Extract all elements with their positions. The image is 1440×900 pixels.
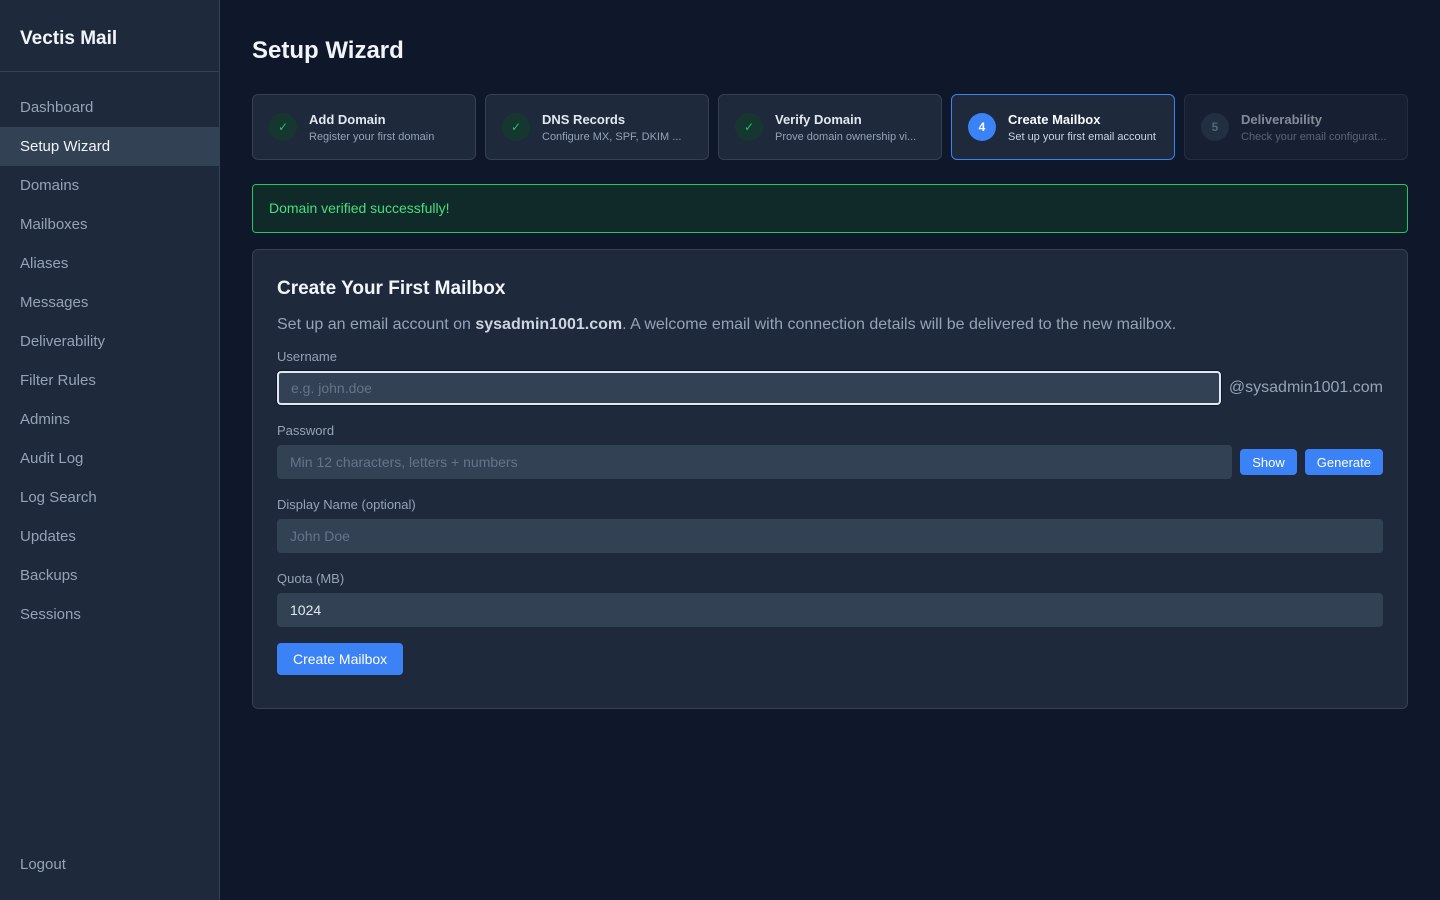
sidebar-item-admins[interactable]: Admins xyxy=(0,400,219,439)
step-title: Add Domain xyxy=(309,111,386,127)
step-subtitle: Prove domain ownership vi... xyxy=(775,130,917,143)
step-text: Add Domain Register your first domain xyxy=(309,112,475,143)
desc-suffix: . A welcome email with connection detail… xyxy=(622,316,1177,333)
sidebar-item-updates[interactable]: Updates xyxy=(0,517,219,556)
sidebar-item-mailboxes[interactable]: Mailboxes xyxy=(0,205,219,244)
sidebar-item-dashboard[interactable]: Dashboard xyxy=(0,88,219,127)
success-alert: Domain verified successfully! xyxy=(252,184,1408,233)
sidebar-item-messages[interactable]: Messages xyxy=(0,283,219,322)
sidebar-item-audit-log[interactable]: Audit Log xyxy=(0,439,219,478)
username-input[interactable] xyxy=(277,371,1221,405)
step-text: Deliverability Check your email configura… xyxy=(1241,112,1407,143)
username-domain-suffix: @sysadmin1001.com xyxy=(1228,379,1383,396)
password-label: Password xyxy=(277,423,335,438)
desc-prefix: Set up an email account on xyxy=(277,316,476,333)
display-name-input[interactable] xyxy=(277,519,1383,553)
step-text: Verify Domain Prove domain ownership vi..… xyxy=(775,112,941,143)
step-subtitle: Register your first domain xyxy=(309,130,435,143)
step-title: Deliverability xyxy=(1241,111,1322,127)
wizard-step-create-mailbox[interactable]: 4 Create Mailbox Set up your first email a… xyxy=(951,94,1175,160)
step-title: DNS Records xyxy=(542,111,626,127)
sidebar-item-domains[interactable]: Domains xyxy=(0,166,219,205)
quota-input[interactable] xyxy=(277,593,1383,627)
sidebar-item-aliases[interactable]: Aliases xyxy=(0,244,219,283)
sidebar-item-sessions[interactable]: Sessions xyxy=(0,595,219,634)
wizard-step-verify-domain[interactable]: ✓ Verify Domain Prove domain ownership vi.… xyxy=(718,94,942,160)
step-number: 5 xyxy=(1201,113,1229,141)
card-title: Create Your First Mailbox xyxy=(277,278,506,299)
sidebar-item-deliverability[interactable]: Deliverability xyxy=(0,322,219,361)
sidebar: Vectis Mail Dashboard Setup Wizard Domains… xyxy=(0,0,220,900)
username-label: Username xyxy=(277,349,337,364)
create-mailbox-button[interactable]: Create Mailbox xyxy=(277,643,404,675)
check-icon: ✓ xyxy=(735,113,763,141)
wizard-step-dns-records[interactable]: ✓ DNS Records Configure MX, SPF, DKIM ... xyxy=(485,94,709,160)
desc-domain: sysadmin1001.com xyxy=(475,316,623,333)
show-password-button[interactable]: Show xyxy=(1240,449,1297,475)
sidebar-item-filter-rules[interactable]: Filter Rules xyxy=(0,361,219,400)
create-mailbox-card: Create Your First Mailbox Set up an emai… xyxy=(252,249,1408,709)
step-text: DNS Records Configure MX, SPF, DKIM ... xyxy=(542,112,708,143)
sidebar-nav: Dashboard Setup Wizard Domains Mailboxes Ali… xyxy=(0,72,219,634)
page-title: Setup Wizard xyxy=(252,37,404,64)
password-input[interactable] xyxy=(277,445,1233,479)
main-content: Setup Wizard ✓ Add Domain Register your fi… xyxy=(252,0,1408,709)
step-subtitle: Configure MX, SPF, DKIM ... xyxy=(542,130,682,143)
sidebar-item-log-search[interactable]: Log Search xyxy=(0,478,219,517)
step-title: Create Mailbox xyxy=(1008,111,1101,127)
step-subtitle: Set up your first email account xyxy=(1008,130,1156,143)
wizard-steps: ✓ Add Domain Register your first domain ✓ DN… xyxy=(252,94,1408,160)
sidebar-item-setup-wizard[interactable]: Setup Wizard xyxy=(0,127,219,166)
check-icon: ✓ xyxy=(269,113,297,141)
card-description: Set up an email account on sysadmin1001.… xyxy=(277,315,1383,335)
generate-password-button[interactable]: Generate xyxy=(1304,449,1383,475)
wizard-step-add-domain[interactable]: ✓ Add Domain Register your first domain xyxy=(252,94,476,160)
step-title: Verify Domain xyxy=(775,111,862,127)
logout-link[interactable]: Logout xyxy=(20,856,66,873)
wizard-step-deliverability[interactable]: 5 Deliverability Check your email configur… xyxy=(1184,94,1408,160)
quota-label: Quota (MB) xyxy=(277,571,345,586)
display-name-label: Display Name (optional) xyxy=(277,497,416,512)
sidebar-item-backups[interactable]: Backups xyxy=(0,556,219,595)
app-brand: Vectis Mail xyxy=(0,0,219,72)
step-number: 4 xyxy=(968,113,996,141)
step-subtitle: Check your email configurat... xyxy=(1241,130,1387,143)
check-icon: ✓ xyxy=(502,113,530,141)
step-text: Create Mailbox Set up your first email ac… xyxy=(1008,112,1174,143)
